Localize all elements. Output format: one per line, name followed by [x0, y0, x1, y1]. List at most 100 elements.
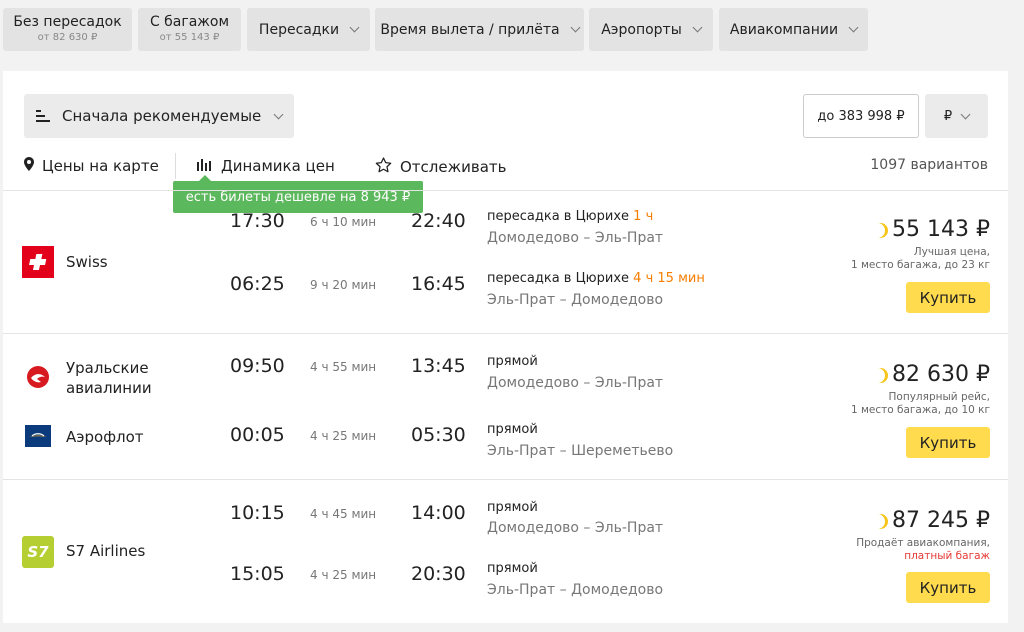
- route: Домодедово – Эль-Прат: [487, 230, 664, 246]
- moon-icon: [873, 514, 888, 529]
- flight-duration: 4 ч 45 мин: [310, 507, 377, 521]
- price-note: Лучшая цена, 1 место багажа, до 23 кг: [851, 246, 990, 272]
- track-price-link[interactable]: Отслеживать: [375, 157, 506, 177]
- cheaper-tickets-tooltip[interactable]: есть билеты дешевле на 8 943 ₽: [173, 175, 423, 213]
- filter-price: от 55 143 ₽: [159, 32, 220, 44]
- ticket-price: 82 630 ₽: [873, 362, 990, 387]
- track-price-label: Отслеживать: [400, 158, 507, 176]
- chevron-down-icon: [273, 109, 284, 119]
- ural-airlines-logo: [22, 361, 54, 393]
- price-note: Продаёт авиакомпания, платный багаж: [856, 537, 990, 563]
- ticket-price: 87 245 ₽: [873, 508, 990, 533]
- paid-baggage-note: платный багаж: [904, 550, 990, 563]
- sort-label: Сначала рекомендуемые: [62, 107, 262, 125]
- filter-label: Пересадки: [258, 21, 340, 38]
- route: Эль-Прат – Домодедово: [487, 292, 664, 308]
- stop-info: прямой: [487, 500, 538, 515]
- filter-price: от 82 630 ₽: [37, 32, 98, 44]
- filter-label: Время вылета / прилёта: [380, 21, 560, 38]
- departure-time: 09:50: [230, 355, 285, 377]
- airline-name-line: Уральские: [66, 359, 149, 377]
- chevron-down-icon: [349, 22, 360, 33]
- departure-time: 15:05: [230, 563, 285, 585]
- stop-info: прямой: [487, 561, 538, 576]
- currency-dropdown[interactable]: ₽: [925, 94, 988, 138]
- star-icon: [375, 157, 392, 177]
- aeroflot-logo: [22, 420, 54, 452]
- s7-logo: S7: [22, 536, 54, 568]
- filter-label: С багажом: [149, 14, 230, 31]
- price-dynamics-link[interactable]: Динамика цен: [197, 157, 335, 175]
- arrival-time: 14:00: [411, 502, 466, 524]
- route: Домодедово – Эль-Прат: [487, 520, 664, 536]
- map-prices-link[interactable]: Цены на карте: [24, 157, 159, 175]
- airline-name: Уральские авиалинии: [66, 358, 152, 399]
- divider: [3, 479, 1008, 480]
- airline-name: Аэрофлот: [66, 428, 144, 446]
- flight-duration: 4 ч 25 мин: [310, 568, 377, 582]
- layover-time: 4 ч 15 мин: [633, 271, 705, 286]
- note-line: Популярный рейс,: [888, 391, 990, 403]
- chevron-down-icon: [570, 22, 581, 33]
- filter-airports[interactable]: Аэропорты: [589, 8, 713, 51]
- filter-label: Без пересадок: [13, 14, 122, 31]
- stop-text: пересадка в Цюрихе: [487, 209, 630, 224]
- note-line: 1 место багажа, до 10 кг: [850, 404, 990, 417]
- swiss-cross-logo: [22, 246, 54, 278]
- route: Домодедово – Эль-Прат: [487, 375, 664, 391]
- route: Эль-Прат – Шереметьево: [487, 443, 674, 459]
- moon-icon: [873, 223, 888, 238]
- flight-duration: 4 ч 25 мин: [310, 429, 377, 443]
- max-price-filter[interactable]: до 383 998 ₽: [803, 94, 919, 138]
- max-price-label: до 383 998 ₽: [817, 108, 905, 124]
- departure-time: 06:25: [230, 273, 285, 295]
- results-panel: Сначала рекомендуемые до 383 998 ₽ ₽ Цен…: [3, 71, 1008, 623]
- divider: [3, 333, 1008, 334]
- price-value: 82 630 ₽: [892, 362, 990, 387]
- airline-name: S7 Airlines: [66, 542, 146, 560]
- airline-name-line: авиалинии: [66, 379, 152, 398]
- price-note: Популярный рейс, 1 место багажа, до 10 кг: [851, 391, 990, 417]
- sort-icon: [36, 110, 50, 122]
- arrival-time: 22:40: [411, 210, 466, 232]
- airline-name: Swiss: [66, 253, 108, 271]
- filter-airlines[interactable]: Авиакомпании: [719, 8, 868, 51]
- sort-dropdown[interactable]: Сначала рекомендуемые: [24, 94, 294, 138]
- buy-button[interactable]: Купить: [906, 572, 990, 603]
- departure-time: 00:05: [230, 424, 285, 446]
- variants-count: 1097 вариантов: [870, 157, 988, 173]
- stop-info: прямой: [487, 354, 538, 369]
- note-line: 1 место багажа, до 23 кг: [850, 259, 990, 272]
- filter-label: Аэропорты: [601, 21, 682, 38]
- arrival-time: 13:45: [411, 355, 466, 377]
- tooltip-text: есть билеты дешевле на 8 943 ₽: [185, 189, 411, 205]
- flight-duration: 4 ч 55 мин: [310, 360, 377, 374]
- filter-departure-arrival-time[interactable]: Время вылета / прилёта: [375, 8, 584, 51]
- stop-text: пересадка в Цюрихе: [487, 271, 630, 286]
- flight-duration: 9 ч 20 мин: [310, 278, 377, 292]
- departure-time: 10:15: [230, 502, 285, 524]
- moon-icon: [873, 368, 888, 383]
- note-line: Лучшая цена,: [913, 246, 990, 258]
- filter-nonstop[interactable]: Без пересадок от 82 630 ₽: [3, 8, 132, 51]
- stop-info: пересадка в Цюрихе 4 ч 15 мин: [487, 271, 705, 286]
- layover-time: 1 ч: [633, 209, 654, 224]
- map-prices-label: Цены на карте: [42, 157, 159, 175]
- buy-button[interactable]: Купить: [906, 427, 990, 458]
- arrival-time: 05:30: [411, 424, 466, 446]
- divider: [3, 190, 1008, 191]
- filter-transfers[interactable]: Пересадки: [247, 8, 370, 51]
- currency-label: ₽: [943, 108, 953, 124]
- chevron-down-icon: [848, 22, 859, 33]
- departure-time: 17:30: [230, 210, 285, 232]
- note-line: Продаёт авиакомпания,: [856, 537, 990, 549]
- stop-info: пересадка в Цюрихе 1 ч: [487, 209, 653, 224]
- chevron-down-icon: [692, 22, 703, 33]
- stop-info: прямой: [487, 422, 538, 437]
- buy-button[interactable]: Купить: [906, 282, 990, 313]
- filter-with-baggage[interactable]: С багажом от 55 143 ₽: [138, 8, 241, 51]
- flight-duration: 6 ч 10 мин: [310, 215, 377, 229]
- price-dynamics-label: Динамика цен: [221, 157, 335, 175]
- arrival-time: 16:45: [411, 273, 466, 295]
- ticket-price: 55 143 ₽: [873, 217, 990, 242]
